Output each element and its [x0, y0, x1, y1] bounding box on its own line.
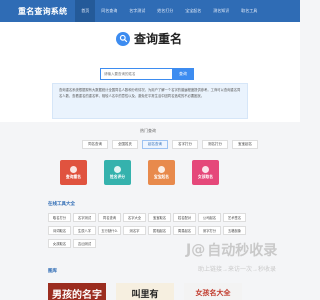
book-image[interactable]: 叫里有 — [116, 283, 174, 300]
book-image[interactable]: 女孩名大全 — [184, 283, 242, 300]
search-input[interactable] — [100, 68, 172, 80]
tool-link[interactable]: 公司起名 — [198, 213, 221, 222]
top-nav-bar: 重名查询系统 首页 同名查询 名字测试 姓名打分 宝宝起名 测名知识 取名工具 — [0, 0, 300, 22]
tool-link[interactable]: 测名字 — [123, 226, 146, 235]
nav-item-home[interactable]: 首页 — [75, 0, 96, 22]
categories-title: 热门查询 — [140, 128, 156, 133]
category-button[interactable]: 起名查询 — [142, 140, 168, 149]
category-button[interactable]: 宝宝起名 — [232, 140, 258, 149]
books-section-title: 图库 — [48, 268, 57, 273]
nav-item-tools[interactable]: 取名工具 — [235, 0, 263, 22]
tool-link[interactable]: 生辰八字 — [73, 226, 96, 235]
tool-link[interactable]: 属相起名 — [148, 226, 171, 235]
search-logo-icon — [116, 31, 130, 46]
card-icon — [114, 165, 121, 173]
tool-link[interactable]: 取名打分 — [48, 213, 71, 222]
main-nav: 首页 同名查询 名字测试 姓名打分 宝宝起名 测名知识 取名工具 — [75, 0, 263, 22]
feature-cards: 查询重名 姓名评分 宝宝起名 女孩取名 — [60, 160, 236, 185]
book-image[interactable]: 男孩的名字 — [48, 283, 106, 300]
tool-link[interactable]: 周易起名 — [173, 226, 196, 235]
tool-link[interactable]: 名字大全 — [123, 213, 146, 222]
feature-card-score[interactable]: 姓名评分 — [104, 160, 131, 185]
watermark-logo-icon: J@ — [186, 242, 206, 258]
card-icon — [158, 165, 165, 173]
tool-link[interactable]: 五行缺什么 — [98, 226, 121, 235]
page: 重名查询系统 首页 同名查询 名字测试 姓名打分 宝宝起名 测名知识 取名工具 … — [0, 0, 300, 300]
watermark-text: 自动秒收录 — [207, 242, 278, 258]
nav-item-same-name[interactable]: 同名查询 — [95, 0, 123, 22]
book-images: 男孩的名字 叫里有 女孩名大全 — [48, 283, 252, 300]
tool-link[interactable]: 宝宝取名 — [148, 213, 171, 222]
card-label: 查询重名 — [65, 174, 82, 179]
card-icon — [202, 165, 209, 173]
card-label: 女孩取名 — [197, 174, 214, 179]
logo-text: 查询重名 — [134, 32, 183, 46]
category-button[interactable]: 同名查询 — [82, 140, 108, 149]
tool-link[interactable]: 吉凶测试 — [73, 239, 96, 248]
tool-link[interactable]: 诗词取名 — [48, 226, 71, 235]
nav-item-name-score[interactable]: 姓名打分 — [151, 0, 179, 22]
category-button[interactable]: 测名打分 — [202, 140, 228, 149]
tool-link[interactable]: 五格剖象 — [223, 226, 246, 235]
nav-item-name-test[interactable]: 名字测试 — [123, 0, 151, 22]
card-label: 姓名评分 — [109, 174, 126, 179]
intro-box: 查询重名系统根据现有大数据统计全国同名人数和分布情况，为用户了解一个名字的普遍程… — [52, 83, 248, 119]
nav-item-baby-name[interactable]: 宝宝起名 — [179, 0, 207, 22]
category-button[interactable]: 名字打分 — [172, 140, 198, 149]
site-title[interactable]: 重名查询系统 — [18, 6, 67, 17]
tool-link[interactable]: 艺术签名 — [223, 213, 246, 222]
feature-card-query[interactable]: 查询重名 — [60, 160, 87, 185]
tools-section-title: 在线工具大全 — [48, 201, 75, 206]
tool-link[interactable]: 同名查询 — [98, 213, 121, 222]
tool-link[interactable]: 名字测试 — [73, 213, 96, 222]
tool-link[interactable]: 姓名配对 — [173, 213, 196, 222]
tool-link[interactable]: 女孩取名 — [48, 239, 71, 248]
feature-card-girl[interactable]: 女孩取名 — [192, 160, 219, 185]
feature-card-baby[interactable]: 宝宝起名 — [148, 160, 175, 185]
tool-link[interactable]: 测字打分 — [198, 226, 221, 235]
watermark-subtext: 助上链接→来访一次→秒收录 — [198, 267, 277, 273]
card-icon — [70, 165, 77, 173]
logo: 查询重名 — [116, 30, 182, 47]
search-button[interactable]: 查询 — [172, 68, 194, 80]
category-button[interactable]: 全国姓氏 — [112, 140, 138, 149]
card-label: 宝宝起名 — [153, 174, 170, 179]
search-bar: 查询 — [100, 68, 194, 80]
nav-item-knowledge[interactable]: 测名知识 — [207, 0, 235, 22]
category-buttons: 同名查询 全国姓氏 起名查询 名字打分 测名打分 宝宝起名 — [82, 140, 262, 149]
watermark: J@ 自动秒收录 — [186, 240, 277, 260]
